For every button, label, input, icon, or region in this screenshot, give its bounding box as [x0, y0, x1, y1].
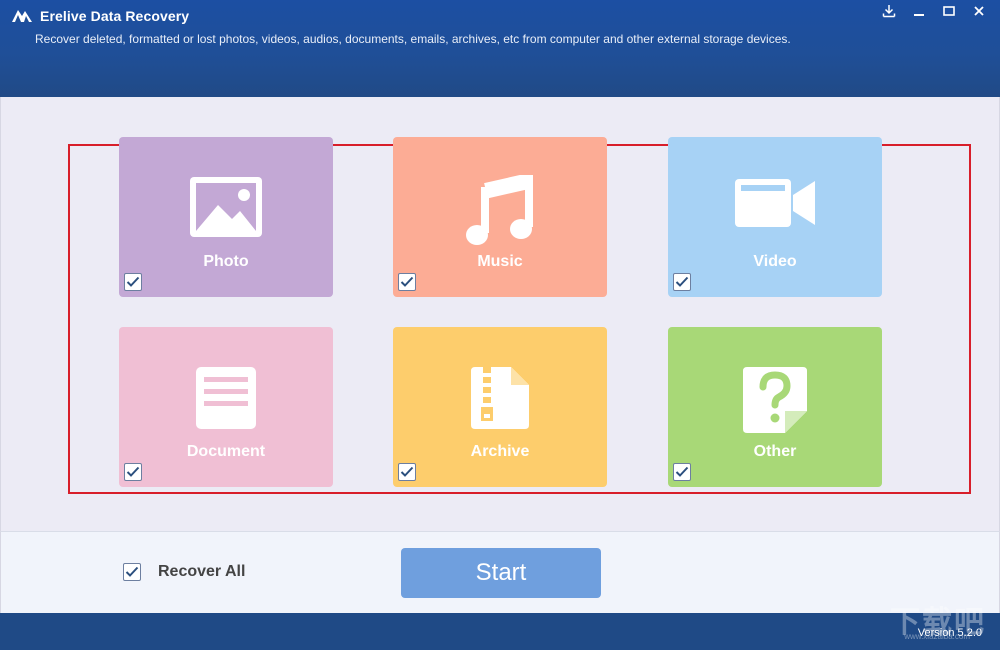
maximize-icon[interactable]	[936, 2, 962, 20]
action-bar: Recover All Start	[0, 531, 1000, 613]
video-camera-icon	[668, 175, 882, 231]
category-tile-photo[interactable]: Photo	[119, 137, 333, 297]
download-icon[interactable]	[876, 2, 902, 20]
music-note-icon	[393, 175, 607, 247]
category-tile-other[interactable]: Other	[668, 327, 882, 487]
start-button[interactable]: Start	[401, 548, 601, 598]
category-tile-video[interactable]: Video	[668, 137, 882, 297]
app-subtitle: Recover deleted, formatted or lost photo…	[35, 32, 791, 46]
question-file-icon	[668, 365, 882, 435]
category-tile-archive[interactable]: Archive	[393, 327, 607, 487]
photo-checkbox[interactable]	[124, 273, 142, 291]
minimize-icon[interactable]	[906, 2, 932, 20]
music-checkbox[interactable]	[398, 273, 416, 291]
image-icon	[119, 175, 333, 239]
category-label: Photo	[203, 253, 249, 270]
category-panel: Photo Music Video Document Archive Other	[0, 97, 1000, 531]
app-logo-icon	[12, 10, 32, 22]
recover-all-checkbox[interactable]	[123, 563, 141, 581]
status-bar: Version 5.2.0	[0, 613, 1000, 650]
recover-all-toggle[interactable]: Recover All	[123, 563, 245, 581]
category-label: Music	[477, 253, 523, 270]
window-controls	[876, 2, 992, 20]
document-icon	[119, 365, 333, 431]
zip-archive-icon	[393, 365, 607, 431]
category-label: Other	[753, 443, 797, 460]
category-label: Video	[753, 253, 797, 270]
category-tile-music[interactable]: Music	[393, 137, 607, 297]
document-checkbox[interactable]	[124, 463, 142, 481]
archive-checkbox[interactable]	[398, 463, 416, 481]
recover-all-label: Recover All	[158, 563, 246, 580]
video-checkbox[interactable]	[673, 273, 691, 291]
app-title: Erelive Data Recovery	[40, 8, 190, 24]
other-checkbox[interactable]	[673, 463, 691, 481]
watermark-url: www.xiazaiba.com	[904, 632, 970, 641]
category-tile-document[interactable]: Document	[119, 327, 333, 487]
close-icon[interactable]	[966, 2, 992, 20]
title-bar: Erelive Data Recovery Recover deleted, f…	[0, 0, 1000, 97]
category-label: Archive	[470, 443, 530, 460]
category-label: Document	[186, 443, 266, 460]
